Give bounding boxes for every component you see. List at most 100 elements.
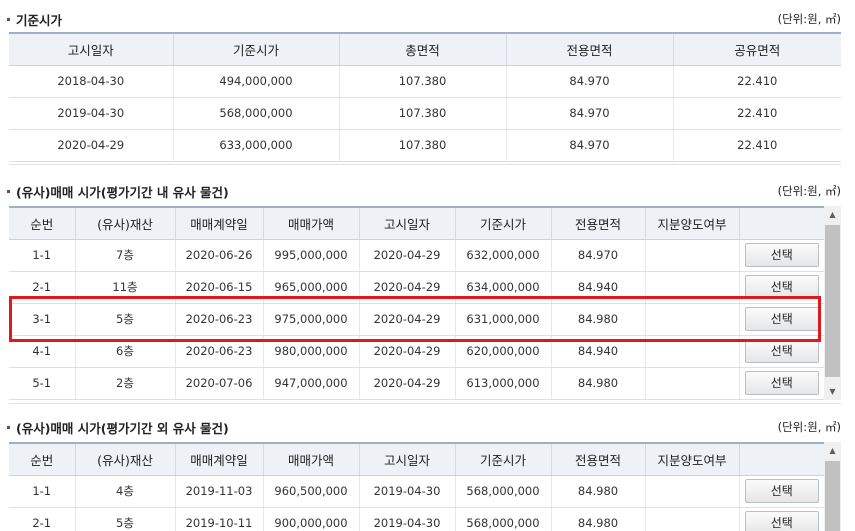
table-cell: 선택 — [738, 367, 824, 400]
table-cell — [644, 239, 739, 272]
table-row: 2018-04-30 494,000,000 107.380 84.970 22… — [9, 65, 841, 98]
table-cell: 2020-06-15 — [174, 271, 263, 304]
col-header: 전용면적 — [505, 32, 673, 66]
select-button[interactable]: 선택 — [744, 275, 819, 299]
section-divider — [9, 403, 841, 404]
table-cell — [644, 475, 739, 508]
table-cell: 995,000,000 — [262, 239, 359, 272]
table-cell — [644, 271, 739, 304]
table-cell: 2019-04-30 — [358, 507, 455, 531]
col-header: 매매계약일 — [174, 206, 263, 240]
table-cell: 선택 — [738, 239, 824, 272]
section-header-standard-price: 기준시가 (단위:원, ㎡) — [0, 8, 855, 28]
col-header: 고시일자 — [9, 32, 173, 66]
table-row: 1-1 4층 2019-11-03 960,500,000 2019-04-30… — [9, 475, 824, 508]
table-cell: 960,500,000 — [262, 475, 359, 508]
table-cell: 11층 — [74, 271, 175, 304]
table-cell: 84.970 — [505, 97, 673, 130]
table-cell: 4-1 — [9, 335, 75, 368]
table-cell: 947,000,000 — [262, 367, 359, 400]
select-button[interactable]: 선택 — [744, 339, 819, 363]
col-header: 전용면적 — [550, 442, 645, 476]
table-cell: 2020-04-29 — [9, 129, 173, 162]
table-cell: 2-1 — [9, 507, 75, 531]
table-cell: 2020-06-26 — [174, 239, 263, 272]
col-header: 순번 — [9, 206, 75, 240]
table-cell: 613,000,000 — [454, 367, 551, 400]
table-cell: 2020-06-23 — [174, 303, 263, 336]
table-cell: 2020-07-06 — [174, 367, 263, 400]
scroll-up-icon[interactable]: ▲ — [824, 442, 841, 459]
scroll-down-icon[interactable]: ▼ — [824, 383, 841, 400]
table-cell: 84.940 — [550, 271, 645, 304]
table-cell: 2-1 — [9, 271, 75, 304]
table-cell: 631,000,000 — [454, 303, 551, 336]
select-button[interactable]: 선택 — [744, 479, 819, 503]
select-button[interactable]: 선택 — [744, 511, 819, 531]
table-cell: 5-1 — [9, 367, 75, 400]
table-cell: 2019-10-11 — [174, 507, 263, 531]
table-cell: 634,000,000 — [454, 271, 551, 304]
table-cell: 2020-06-23 — [174, 335, 263, 368]
col-header: (유사)재산 — [74, 442, 175, 476]
col-header: (유사)재산 — [74, 206, 175, 240]
col-header: 매매계약일 — [174, 442, 263, 476]
table-cell: 632,000,000 — [454, 239, 551, 272]
col-header: 지분양도여부 — [644, 206, 739, 240]
table-cell: 3-1 — [9, 303, 75, 336]
section-divider — [9, 164, 841, 165]
table-cell: 2019-11-03 — [174, 475, 263, 508]
col-header — [738, 442, 824, 476]
scrollbar-thumb[interactable] — [825, 225, 840, 377]
bullet-icon — [7, 190, 10, 193]
table-cell: 5층 — [74, 303, 175, 336]
select-button[interactable]: 선택 — [744, 307, 819, 331]
col-header: 매매가액 — [262, 206, 359, 240]
similar-sales-in-period-table: 순번 (유사)재산 매매계약일 매매가액 고시일자 기준시가 전용면적 지분양도… — [9, 206, 824, 400]
col-header: 매매가액 — [262, 442, 359, 476]
unit-label: (단위:원, ㎡) — [777, 184, 841, 198]
table-cell: 620,000,000 — [454, 335, 551, 368]
table-cell: 선택 — [738, 335, 824, 368]
table-row: 5-1 2층 2020-07-06 947,000,000 2020-04-29… — [9, 367, 824, 400]
table-cell: 2020-04-29 — [358, 303, 455, 336]
table-cell: 선택 — [738, 303, 824, 336]
table-cell: 84.980 — [550, 367, 645, 400]
table-cell: 900,000,000 — [262, 507, 359, 531]
table-cell: 84.980 — [550, 475, 645, 508]
table-cell: 선택 — [738, 475, 824, 508]
table-cell: 84.970 — [505, 65, 673, 98]
scrollbar[interactable]: ▲ — [824, 442, 841, 531]
table-cell: 2019-04-30 — [358, 475, 455, 508]
table-cell: 568,000,000 — [172, 97, 339, 130]
table-cell: 선택 — [738, 271, 824, 304]
table-cell — [644, 335, 739, 368]
table-cell: 84.970 — [505, 129, 673, 162]
scrollbar[interactable]: ▲ ▼ — [824, 206, 841, 400]
unit-label: (단위:원, ㎡) — [777, 12, 841, 26]
col-header: 기준시가 — [454, 206, 551, 240]
table-row: 2019-04-30 568,000,000 107.380 84.970 22… — [9, 97, 841, 130]
table-cell: 965,000,000 — [262, 271, 359, 304]
table-cell: 1-1 — [9, 475, 75, 508]
table-cell: 84.970 — [550, 239, 645, 272]
col-header: 순번 — [9, 442, 75, 476]
table-cell: 22.410 — [672, 97, 841, 130]
select-button[interactable]: 선택 — [744, 371, 819, 395]
select-button[interactable]: 선택 — [744, 243, 819, 267]
section-title: (유사)매매 시가(평가기간 내 유사 물건) — [7, 182, 229, 201]
table-cell: 2020-04-29 — [358, 335, 455, 368]
table-cell: 84.980 — [550, 507, 645, 531]
table-cell: 2020-04-29 — [358, 271, 455, 304]
section-title: 기준시가 — [7, 10, 62, 29]
table-cell: 107.380 — [338, 65, 506, 98]
table-cell — [644, 367, 739, 400]
scroll-up-icon[interactable]: ▲ — [824, 206, 841, 223]
table-row: 2020-04-29 633,000,000 107.380 84.970 22… — [9, 129, 841, 162]
table-row: 1-1 7층 2020-06-26 995,000,000 2020-04-29… — [9, 239, 824, 272]
section-header-similar-sales-outside-period: (유사)매매 시가(평가기간 외 유사 물건) (단위:원, ㎡) — [0, 416, 855, 436]
table-cell: 7층 — [74, 239, 175, 272]
scrollbar-thumb[interactable] — [825, 461, 840, 531]
table-cell: 633,000,000 — [172, 129, 339, 162]
table-cell: 2020-04-29 — [358, 239, 455, 272]
